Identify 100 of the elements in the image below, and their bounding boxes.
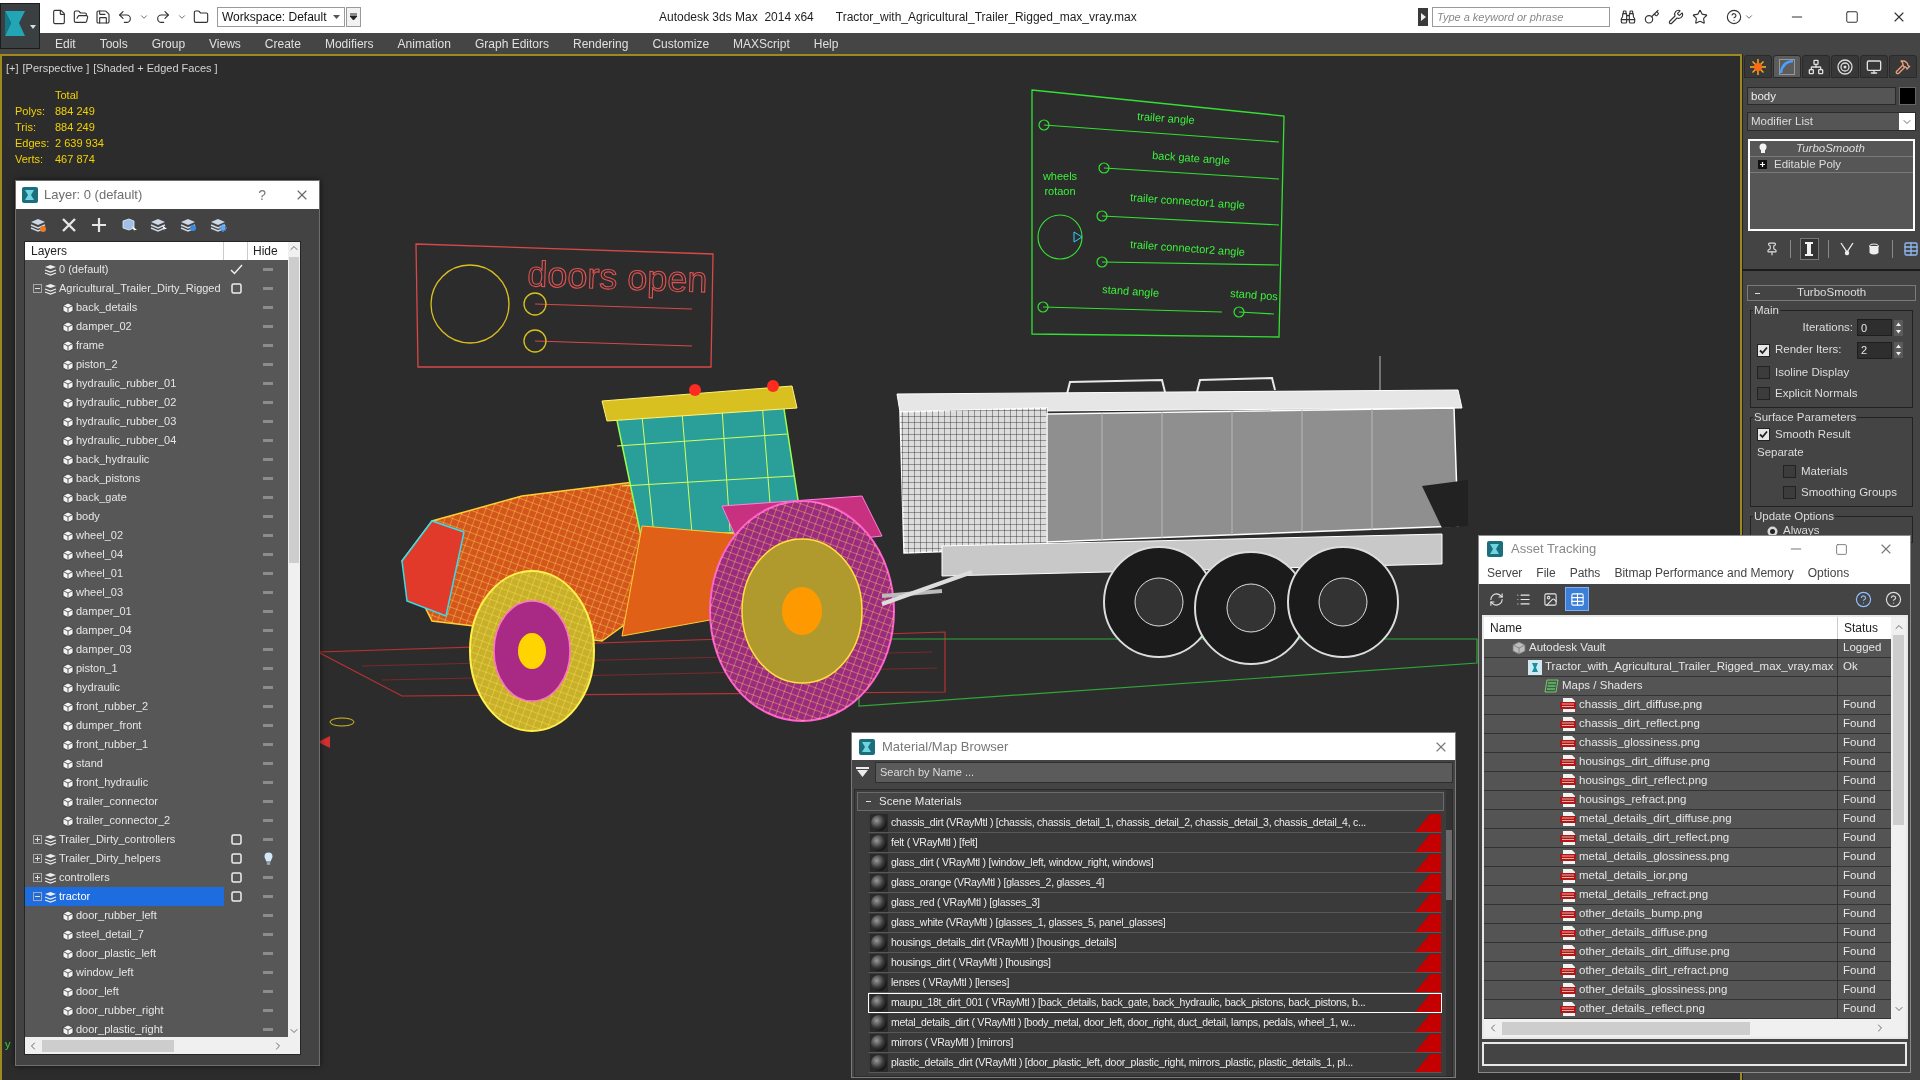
lightbulb-icon[interactable] — [1759, 143, 1767, 154]
material-item[interactable]: housings_details_dirt (VRayMtl ) [housings_details] — [868, 933, 1442, 953]
material-item[interactable]: lenses ( VRayMtl ) [lenses] — [868, 973, 1442, 993]
tree-item[interactable]: metal_details_refract.png — [1484, 886, 1838, 904]
object-item[interactable]: hydraulic_rubber_04 — [25, 431, 224, 450]
tree-item[interactable]: chassis_glossiness.png — [1484, 734, 1838, 752]
menu-item[interactable]: Edit — [43, 34, 88, 53]
scrollbar-thumb[interactable] — [289, 257, 299, 563]
material-item[interactable]: glass_red ( VRayMtl ) [glasses_3] — [868, 893, 1442, 913]
object-item[interactable]: piston_2 — [25, 355, 224, 374]
menu-item[interactable]: File — [1536, 564, 1556, 582]
menu-item[interactable]: Server — [1487, 564, 1523, 582]
object-item[interactable]: front_rubber_2 — [25, 697, 224, 716]
object-item[interactable]: wheel_01 — [25, 564, 224, 583]
modifier-item[interactable]: Editable Poly — [1750, 157, 1913, 173]
scrollbar-thumb[interactable] — [42, 1039, 174, 1052]
app-logo-icon[interactable] — [0, 3, 40, 49]
tree-item[interactable]: other_details_dirt_diffuse.png — [1484, 943, 1838, 961]
plus-icon[interactable] — [90, 216, 108, 233]
menu-item[interactable]: Customize — [640, 34, 722, 53]
menu-item[interactable]: Options — [1807, 564, 1850, 582]
vertical-scrollbar[interactable] — [1891, 617, 1906, 1019]
tree-item[interactable]: housings_dirt_diffuse.png — [1484, 753, 1838, 771]
tree-item[interactable]: other_details_glossiness.png — [1484, 981, 1838, 999]
material-item[interactable]: plastic_details_dirt (VRayMtl ) [door_plastic_left, door_plastic_right, mirrors_plastic, plastic_details_1, pl... — [868, 1053, 1442, 1073]
material-item[interactable]: housings_dirt ( VRayMtl ) [housings] — [868, 953, 1442, 973]
object-item[interactable]: damper_02 — [25, 317, 224, 336]
save-icon[interactable] — [95, 8, 111, 25]
material-item[interactable]: glass_dirt ( VRayMtl ) [window_left, window_right, windows] — [868, 853, 1442, 873]
object-item[interactable]: trailer_connector_2 — [25, 811, 224, 830]
object-item[interactable]: dumper_front — [25, 716, 224, 735]
open-folder-icon[interactable] — [73, 8, 89, 25]
folder-icon[interactable] — [193, 8, 209, 25]
tree-item[interactable]: Autodesk Vault — [1484, 639, 1838, 657]
menu-caret-icon[interactable] — [346, 6, 361, 27]
object-item[interactable]: back_pistons — [25, 469, 224, 488]
layer-item[interactable]: controllers — [25, 868, 224, 887]
redo-icon[interactable] — [155, 8, 171, 25]
object-item[interactable]: wheel_03 — [25, 583, 224, 602]
expand-icon[interactable] — [33, 835, 42, 844]
slider-knob[interactable] — [523, 292, 547, 316]
slider-track[interactable] — [523, 329, 693, 353]
path-field[interactable] — [1482, 1042, 1907, 1066]
group-header[interactable]: Scene Materials — [857, 792, 1444, 811]
modifier-item[interactable]: TurboSmooth — [1750, 141, 1913, 157]
menu-item[interactable]: Create — [252, 34, 313, 53]
layer-item[interactable]: Trailer_Dirty_controllers — [25, 830, 224, 849]
panel-tab[interactable] — [1744, 55, 1772, 78]
tree-item[interactable]: metal_details_dirt_diffuse.png — [1484, 810, 1838, 828]
wrench-icon[interactable] — [1668, 8, 1684, 25]
checkbox[interactable] — [1757, 366, 1770, 379]
material-item[interactable]: glass_orange (VRayMtl ) [glasses_2, glasses_4] — [868, 873, 1442, 893]
menu-item[interactable]: Help — [801, 34, 851, 53]
material-item[interactable]: felt ( VRayMtl ) [felt] — [868, 833, 1442, 853]
slider-knob[interactable] — [1096, 256, 1108, 268]
expand-icon[interactable] — [33, 873, 42, 882]
spinner-arrows-icon[interactable] — [1894, 342, 1903, 358]
tree-item[interactable]: metal_details_glossiness.png — [1484, 848, 1838, 866]
layers-dot-icon[interactable] — [30, 216, 48, 233]
collapse-icon[interactable] — [33, 892, 42, 901]
menu-item[interactable]: Group — [139, 34, 198, 53]
menu-item[interactable]: Paths — [1569, 564, 1601, 582]
cube-cursor-icon[interactable] — [120, 216, 138, 233]
checkbox[interactable] — [1757, 387, 1770, 400]
collapse-icon[interactable] — [33, 284, 42, 293]
menu-item[interactable]: Animation — [385, 34, 463, 53]
expand-icon[interactable] — [33, 854, 42, 863]
checkbox[interactable] — [1757, 428, 1770, 441]
object-item[interactable]: damper_03 — [25, 640, 224, 659]
vertical-scrollbar[interactable] — [288, 242, 300, 1037]
slider-knob[interactable] — [1233, 306, 1245, 318]
material-item[interactable]: glass_white (VRayMtl ) [glasses_1, glasses_5, panel_glasses] — [868, 913, 1442, 933]
tree-item[interactable]: housings_dirt_reflect.png — [1484, 772, 1838, 790]
scrollbar-thumb[interactable] — [1446, 830, 1452, 900]
object-item[interactable]: hydraulic_rubber_01 — [25, 374, 224, 393]
object-item[interactable]: door_rubber_left — [25, 906, 224, 925]
maximize-icon[interactable] — [1835, 542, 1848, 556]
panel-tab[interactable] — [1889, 55, 1917, 78]
material-item[interactable]: mirrors ( VRayMtl ) [mirrors] — [868, 1033, 1442, 1053]
viewport-menu-label[interactable]: [Shaded + Edged Faces ] — [93, 60, 218, 77]
slider-track[interactable] — [1096, 210, 1280, 226]
panel-tab[interactable] — [1802, 55, 1830, 78]
plus-box-icon[interactable] — [1758, 160, 1767, 169]
spinner-arrows-icon[interactable] — [1894, 319, 1903, 336]
object-item[interactable]: body — [25, 507, 224, 526]
object-item[interactable]: back_hydraulic — [25, 450, 224, 469]
object-item[interactable]: front_rubber_1 — [25, 735, 224, 754]
layer-item[interactable]: Trailer_Dirty_helpers — [25, 849, 224, 868]
horizontal-scrollbar[interactable] — [25, 1037, 300, 1054]
modifier-list-dropdown[interactable]: Modifier List — [1747, 112, 1916, 131]
checkbox[interactable] — [1757, 343, 1770, 357]
scrollbar-thumb[interactable] — [1893, 635, 1904, 825]
binoculars-icon[interactable] — [1620, 8, 1636, 25]
undo-icon[interactable] — [117, 8, 133, 25]
object-name-field[interactable]: body — [1747, 87, 1896, 105]
object-item[interactable]: door_plastic_left — [25, 944, 224, 963]
object-item[interactable]: window_left — [25, 963, 224, 982]
layer-item[interactable]: Agricultural_Trailer_Dirty_Rigged — [25, 279, 224, 298]
object-item[interactable]: door_rubber_right — [25, 1001, 224, 1020]
color-swatch[interactable] — [1899, 87, 1916, 105]
